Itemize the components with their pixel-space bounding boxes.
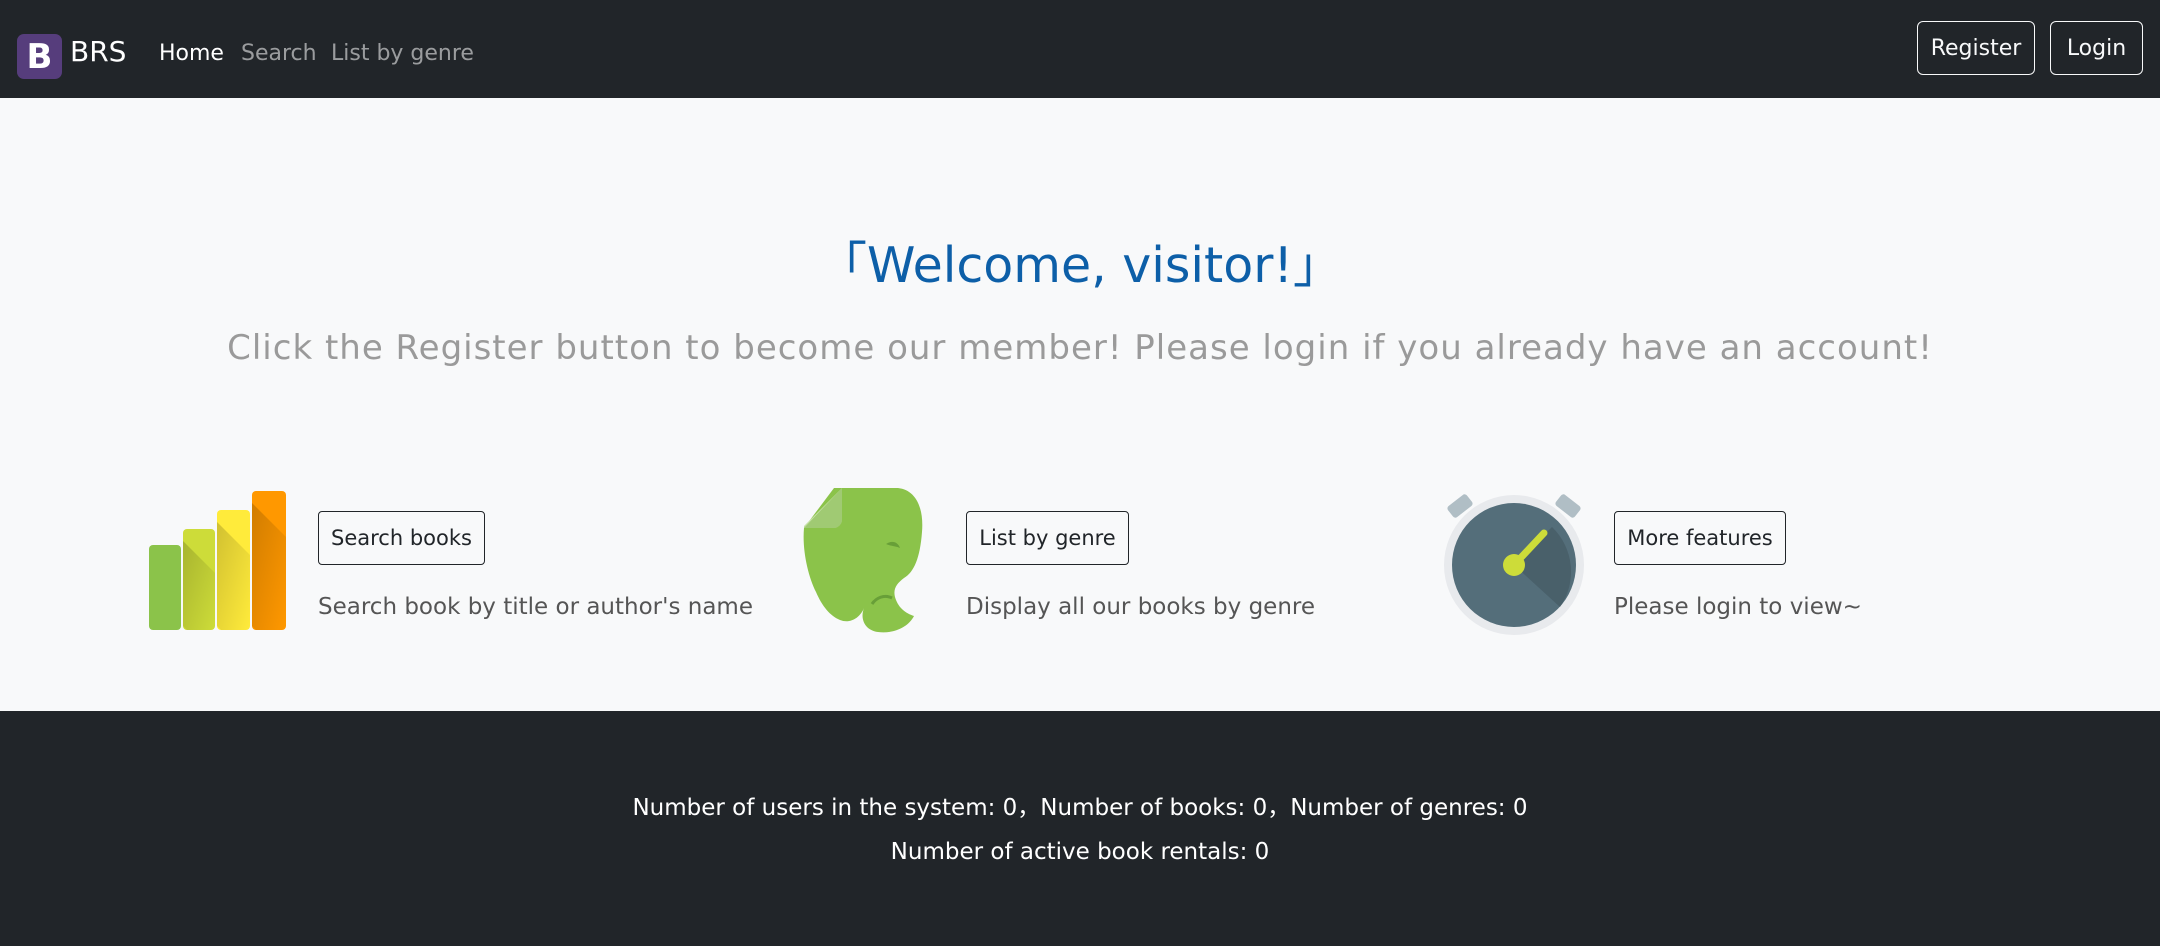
nav-link-list-by-genre[interactable]: List by genre [331,40,474,68]
brand-name[interactable]: BRS [70,36,126,68]
system-stats: Number of users in the system: 0，Number … [632,795,1528,821]
more-features-description: Please login to view~ [1614,594,1862,620]
stopwatch-icon [1444,494,1584,635]
nav-link-home[interactable]: Home [159,40,224,68]
login-button[interactable]: Login [2050,21,2143,75]
nav-link-search[interactable]: Search [241,40,317,68]
search-books-description: Search book by title or author's name [318,594,753,620]
rental-stats: Number of active book rentals: 0 [890,839,1270,865]
register-button[interactable]: Register [1917,21,2035,75]
evernote-elephant-icon [803,488,923,633]
list-by-genre-description: Display all our books by genre [966,594,1315,620]
brand-logo[interactable]: B [17,34,62,79]
footer: Number of users in the system: 0，Number … [0,711,2160,946]
page-title: 「Welcome, visitor!」 [817,237,1343,294]
search-books-button[interactable]: Search books [318,511,485,565]
page-subtitle: Click the Register button to become our … [227,328,1933,368]
more-features-button[interactable]: More features [1614,511,1786,565]
bar-chart-icon [149,491,286,630]
navbar: B BRS Home Search List by genre Register… [0,0,2160,98]
list-by-genre-button[interactable]: List by genre [966,511,1129,565]
